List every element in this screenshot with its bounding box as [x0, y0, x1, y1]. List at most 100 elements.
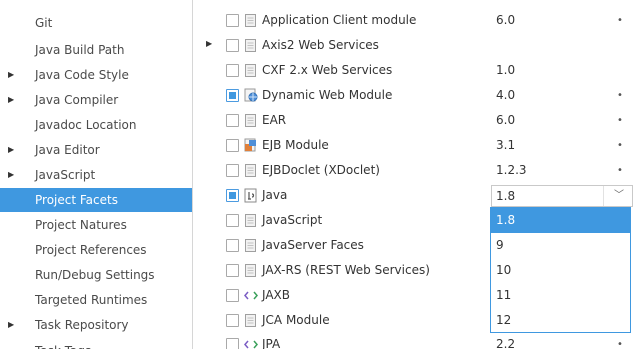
- nav-item-label: Targeted Runtimes: [35, 293, 148, 307]
- facet-row-cxf-2-x-web-services[interactable]: CXF 2.x Web Services 1.0: [193, 58, 638, 83]
- chevron-down-icon[interactable]: ﹀: [614, 186, 624, 206]
- document-icon: [244, 63, 258, 78]
- facet-checkbox[interactable]: [226, 338, 239, 349]
- version-menu-dot-icon[interactable]: •: [617, 83, 623, 108]
- nav-item-java-compiler[interactable]: ▶ Java Compiler: [0, 88, 192, 112]
- version-option-10[interactable]: 10: [491, 258, 630, 283]
- version-menu-dot-icon[interactable]: •: [617, 108, 623, 133]
- nav-item-javadoc-location[interactable]: Javadoc Location: [0, 113, 192, 137]
- nav-item-java-code-style[interactable]: ▶ Java Code Style: [0, 63, 192, 87]
- facet-version[interactable]: 1.2.3: [496, 158, 527, 183]
- facet-checkbox[interactable]: [226, 189, 239, 202]
- facet-name: JPA: [262, 337, 281, 349]
- facet-row-ejb-module[interactable]: EJB Module 3.1 •: [193, 133, 638, 158]
- document-icon: [244, 13, 258, 28]
- facet-name: JCA Module: [262, 313, 330, 327]
- facet-row-jpa[interactable]: JPA 2.2 •: [193, 332, 638, 349]
- facet-row-java[interactable]: Java 1.8 ﹀: [193, 183, 638, 208]
- nav-item-label: Run/Debug Settings: [35, 268, 155, 282]
- expand-arrow-icon[interactable]: ▶: [8, 313, 18, 337]
- version-menu-dot-icon[interactable]: •: [617, 158, 623, 183]
- expand-arrow-icon[interactable]: ▶: [8, 163, 18, 187]
- facet-checkbox[interactable]: [226, 114, 239, 127]
- version-menu-dot-icon[interactable]: •: [617, 133, 623, 158]
- facet-version[interactable]: 4.0: [496, 83, 515, 108]
- facet-checkbox[interactable]: [226, 214, 239, 227]
- version-dropdown-list: 1.8 9 10 11 12: [490, 207, 631, 333]
- nav-item-label: Javadoc Location: [35, 118, 137, 132]
- facet-name: EJB Module: [262, 138, 329, 152]
- version-option-12[interactable]: 12: [491, 308, 630, 333]
- nav-item-git[interactable]: Git: [0, 11, 192, 35]
- nav-item-project-facets[interactable]: Project Facets: [0, 188, 192, 212]
- facet-row-ear[interactable]: EAR 6.0 •: [193, 108, 638, 133]
- version-menu-dot-icon[interactable]: •: [617, 8, 623, 33]
- facet-name: EJBDoclet (XDoclet): [262, 163, 380, 177]
- nav-item-label: Project Natures: [35, 218, 127, 232]
- nav-item-task-repository[interactable]: ▶ Task Repository: [0, 313, 192, 337]
- facet-name: Application Client module: [262, 13, 417, 27]
- version-option-11[interactable]: 11: [491, 283, 630, 308]
- facet-checkbox[interactable]: [226, 139, 239, 152]
- document-icon: [244, 163, 258, 178]
- expand-arrow-icon[interactable]: ▶: [8, 138, 18, 162]
- document-icon: [244, 213, 258, 228]
- nav-item-label: Project Facets: [35, 193, 118, 207]
- facet-name: Dynamic Web Module: [262, 88, 393, 102]
- jpa-icon: [244, 337, 258, 349]
- facet-version[interactable]: 6.0: [496, 8, 515, 33]
- facet-checkbox[interactable]: [226, 89, 239, 102]
- expand-arrow-icon[interactable]: ▶: [8, 63, 18, 87]
- facet-checkbox[interactable]: [226, 239, 239, 252]
- facet-name: JAX-RS (REST Web Services): [262, 263, 430, 277]
- nav-item-label: Project References: [35, 243, 147, 257]
- facet-version[interactable]: 3.1: [496, 133, 515, 158]
- facet-version[interactable]: 2.2: [496, 332, 515, 349]
- facet-checkbox[interactable]: [226, 164, 239, 177]
- facet-row-dynamic-web-module[interactable]: Dynamic Web Module 4.0 •: [193, 83, 638, 108]
- nav-item-label: Git: [35, 16, 53, 30]
- expand-arrow-icon[interactable]: ▶: [8, 88, 18, 112]
- facet-version[interactable]: 6.0: [496, 108, 515, 133]
- facet-version-select[interactable]: 1.8 ﹀: [491, 185, 633, 207]
- document-icon: [244, 113, 258, 128]
- nav-item-javascript[interactable]: ▶ JavaScript: [0, 163, 192, 187]
- nav-item-label: Java Editor: [35, 143, 100, 157]
- facet-name: EAR: [262, 113, 287, 127]
- nav-item-label: Java Code Style: [35, 68, 129, 82]
- facet-row-application-client-module[interactable]: Application Client module 6.0 •: [193, 8, 638, 33]
- expand-arrow-icon[interactable]: ▶: [206, 39, 216, 48]
- facet-checkbox[interactable]: [226, 314, 239, 327]
- nav-item-run-debug-settings[interactable]: Run/Debug Settings: [0, 263, 192, 287]
- facet-checkbox[interactable]: [226, 14, 239, 27]
- jaxb-icon: [244, 288, 258, 303]
- facet-version[interactable]: 1.0: [496, 58, 515, 83]
- nav-item-project-natures[interactable]: Project Natures: [0, 213, 192, 237]
- facet-name: CXF 2.x Web Services: [262, 63, 393, 77]
- nav-item-java-editor[interactable]: ▶ Java Editor: [0, 138, 192, 162]
- nav-item-java-build-path[interactable]: Java Build Path: [0, 38, 192, 62]
- facet-row-axis2-web-services[interactable]: ▶ Axis2 Web Services: [193, 33, 638, 58]
- combo-separator: [603, 186, 604, 206]
- nav-item-label: Task Tags: [35, 339, 91, 349]
- web-module-icon: [244, 88, 258, 103]
- version-menu-dot-icon[interactable]: •: [617, 332, 623, 349]
- facet-row-ejbdoclet-xdoclet[interactable]: EJBDoclet (XDoclet) 1.2.3 •: [193, 158, 638, 183]
- ejb-icon: [244, 138, 258, 153]
- facet-version-value: 1.8: [496, 189, 516, 203]
- facet-checkbox[interactable]: [226, 39, 239, 52]
- facet-name: Axis2 Web Services: [262, 38, 379, 52]
- facet-checkbox[interactable]: [226, 289, 239, 302]
- document-icon: [244, 238, 258, 253]
- nav-item-project-references[interactable]: Project References: [0, 238, 192, 262]
- facet-checkbox[interactable]: [226, 264, 239, 277]
- nav-item-label: Task Repository: [35, 318, 129, 332]
- document-icon: [244, 38, 258, 53]
- facet-checkbox[interactable]: [226, 64, 239, 77]
- version-option-9[interactable]: 9: [491, 233, 630, 258]
- nav-item-label: Java Compiler: [35, 93, 119, 107]
- facet-name: JAXB: [262, 288, 290, 302]
- nav-item-targeted-runtimes[interactable]: Targeted Runtimes: [0, 288, 192, 312]
- version-option-1-8[interactable]: 1.8: [491, 208, 630, 233]
- nav-item-task-tags[interactable]: Task Tags: [0, 339, 192, 349]
